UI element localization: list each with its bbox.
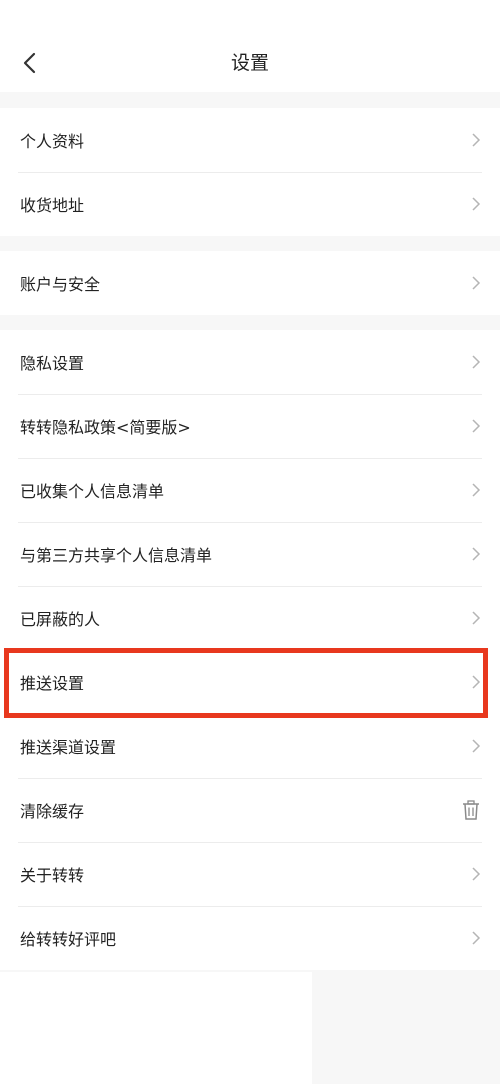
settings-item-clear-cache[interactable]: 清除缓存 bbox=[0, 778, 500, 842]
chevron-right-icon bbox=[472, 931, 481, 945]
chevron-right-icon bbox=[472, 276, 481, 290]
settings-item-label: 与第三方共享个人信息清单 bbox=[20, 546, 213, 565]
settings-item-label: 收货地址 bbox=[20, 196, 85, 215]
settings-item-collected-info[interactable]: 已收集个人信息清单 bbox=[0, 458, 500, 522]
settings-item-label: 清除缓存 bbox=[20, 802, 85, 821]
settings-item-label: 已收集个人信息清单 bbox=[20, 482, 165, 501]
page-title: 设置 bbox=[230, 52, 269, 74]
settings-group-profile: 个人资料 收货地址 bbox=[0, 108, 500, 236]
bottom-blank-area bbox=[0, 972, 312, 1084]
settings-item-label: 关于转转 bbox=[20, 866, 85, 885]
settings-item-profile[interactable]: 个人资料 bbox=[0, 108, 500, 172]
settings-item-push-settings[interactable]: 推送设置 bbox=[0, 650, 500, 714]
settings-item-account-security[interactable]: 账户与安全 bbox=[0, 251, 500, 315]
chevron-right-icon bbox=[472, 675, 481, 689]
settings-group-main: 隐私设置 转转隐私政策<简要版> 已收集个人信息清单 与第三方共享个人信息清单 … bbox=[0, 330, 500, 970]
chevron-right-icon bbox=[472, 611, 481, 625]
settings-item-label: 隐私设置 bbox=[20, 354, 85, 373]
settings-item-shared-info[interactable]: 与第三方共享个人信息清单 bbox=[0, 522, 500, 586]
settings-item-about[interactable]: 关于转转 bbox=[0, 842, 500, 906]
settings-item-address[interactable]: 收货地址 bbox=[0, 172, 500, 236]
settings-item-privacy[interactable]: 隐私设置 bbox=[0, 330, 500, 394]
settings-item-blocked-users[interactable]: 已屏蔽的人 bbox=[0, 586, 500, 650]
chevron-right-icon bbox=[472, 133, 481, 147]
settings-item-label: 给转转好评吧 bbox=[20, 930, 117, 949]
settings-item-label: 已屏蔽的人 bbox=[20, 610, 101, 629]
chevron-right-icon bbox=[472, 355, 481, 369]
settings-item-push-channel[interactable]: 推送渠道设置 bbox=[0, 714, 500, 778]
trash-icon[interactable] bbox=[460, 799, 482, 821]
chevron-right-icon bbox=[472, 197, 481, 211]
chevron-right-icon bbox=[472, 419, 481, 433]
settings-item-label: 账户与安全 bbox=[20, 275, 101, 294]
settings-item-label: 个人资料 bbox=[20, 132, 85, 151]
settings-item-label: 推送设置 bbox=[20, 674, 85, 693]
chevron-right-icon bbox=[472, 547, 481, 561]
header-bar: 设置 bbox=[0, 0, 500, 92]
chevron-right-icon bbox=[472, 739, 481, 753]
chevron-right-icon bbox=[472, 867, 481, 881]
settings-item-privacy-policy[interactable]: 转转隐私政策<简要版> bbox=[0, 394, 500, 458]
settings-item-label: 转转隐私政策<简要版> bbox=[20, 418, 191, 437]
chevron-right-icon bbox=[472, 483, 481, 497]
settings-item-rate-app[interactable]: 给转转好评吧 bbox=[0, 906, 500, 970]
settings-item-label: 推送渠道设置 bbox=[20, 738, 117, 757]
settings-group-account: 账户与安全 bbox=[0, 251, 500, 315]
